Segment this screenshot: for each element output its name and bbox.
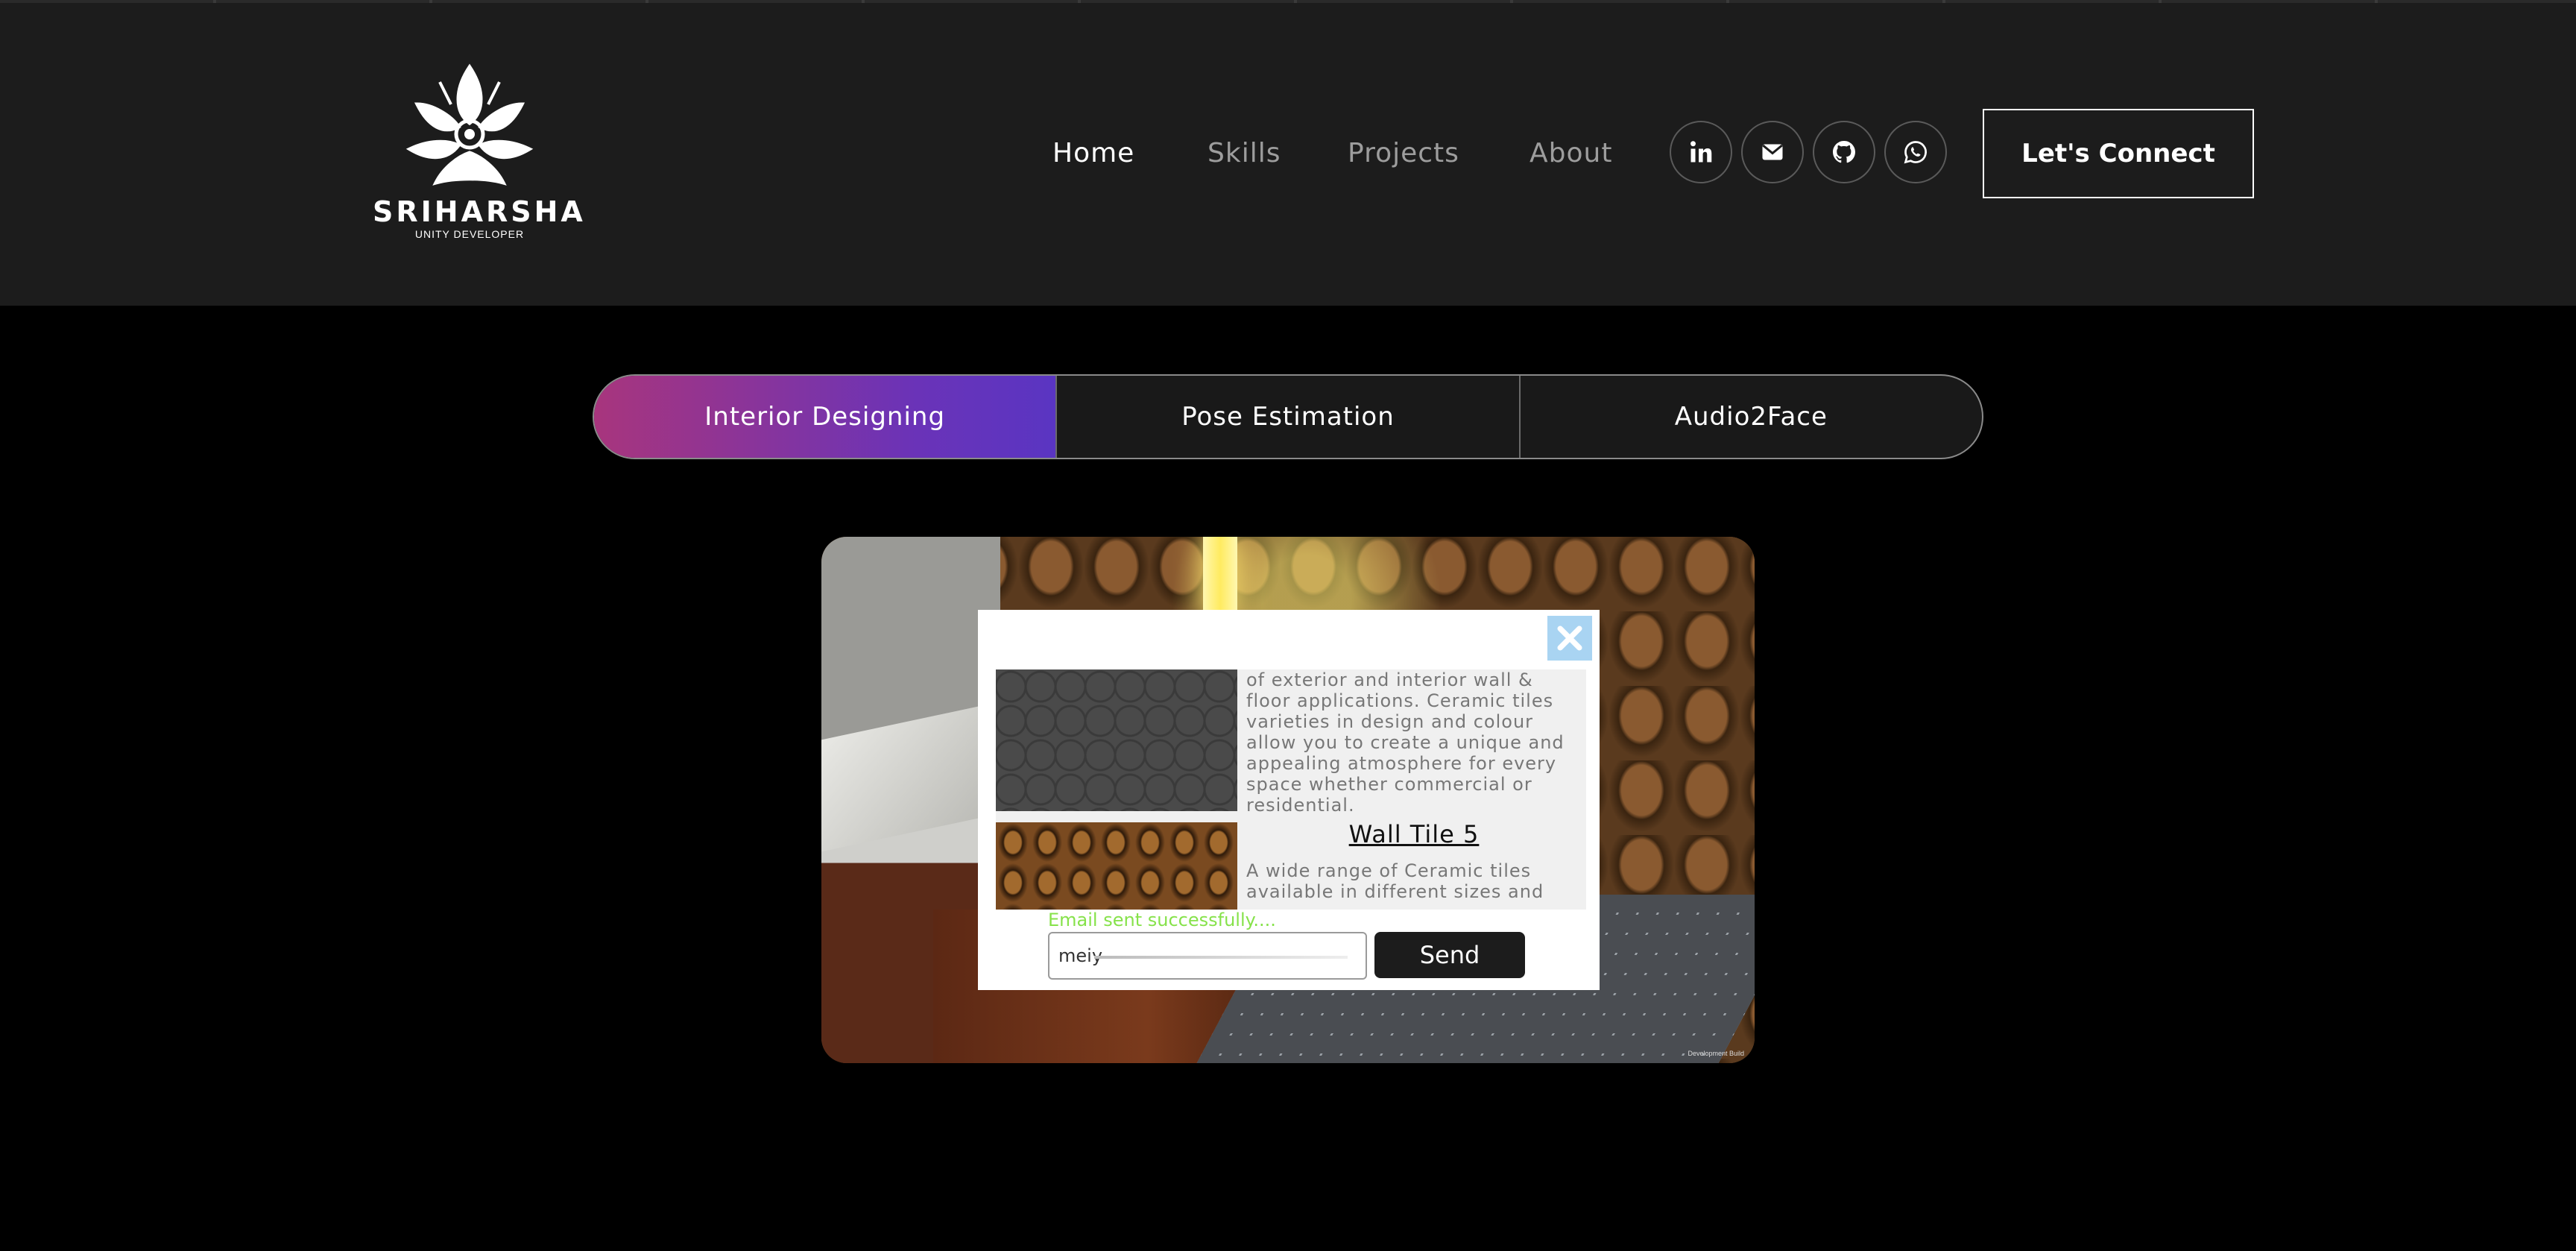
whatsapp-button[interactable] [1884, 121, 1947, 183]
nav-skills[interactable]: Skills [1208, 138, 1281, 168]
tile-thumbnail-dark-hex[interactable] [996, 669, 1237, 811]
close-button[interactable] [1547, 616, 1592, 661]
top-navigation-bar: SRIHARSHA UNITY DEVELOPER Home Skills Pr… [0, 0, 2576, 306]
close-icon [1557, 626, 1582, 651]
scene-ceiling-light [1203, 537, 1237, 619]
input-progress-bar [1094, 956, 1348, 959]
tile-title: Wall Tile 5 [1348, 820, 1480, 848]
brand-name: SRIHARSHA [373, 195, 586, 228]
unity-webgl-viewer[interactable]: Development Build of exterior and interi… [821, 537, 1755, 1063]
send-button[interactable]: Send [1374, 932, 1525, 978]
linkedin-button[interactable] [1670, 121, 1732, 183]
tile-thumbnail-wall-tile-5[interactable] [996, 822, 1237, 910]
development-build-label: Development Build [1688, 1050, 1744, 1057]
tile-catalog-dialog: of exterior and interior wall & floor ap… [978, 610, 1600, 990]
tile-list[interactable]: of exterior and interior wall & floor ap… [996, 669, 1586, 910]
lets-connect-button[interactable]: Let's Connect [1983, 109, 2254, 198]
nav-about[interactable]: About [1530, 138, 1612, 168]
nav-projects[interactable]: Projects [1348, 138, 1459, 168]
tab-audio2face[interactable]: Audio2Face [1518, 376, 1982, 458]
linkedin-icon [1690, 141, 1712, 163]
mandala-logo-icon [405, 63, 534, 186]
email-status-message: Email sent successfully.... [1048, 910, 1276, 930]
tab-interior-designing[interactable]: Interior Designing [594, 376, 1056, 458]
project-tabs: Interior Designing Pose Estimation Audio… [593, 374, 1983, 459]
tile-description: A wide range of Ceramic tiles available … [1246, 860, 1544, 902]
whatsapp-icon [1904, 141, 1927, 164]
nav-home[interactable]: Home [1052, 138, 1134, 168]
github-icon [1833, 141, 1855, 163]
brand-tagline: UNITY DEVELOPER [414, 228, 525, 240]
email-input[interactable]: meiy [1048, 932, 1367, 980]
mail-icon [1762, 144, 1783, 160]
github-button[interactable] [1813, 121, 1875, 183]
top-edge-strip [0, 0, 2576, 3]
email-button[interactable] [1741, 121, 1804, 183]
tile-description: of exterior and interior wall & floor ap… [1246, 669, 1565, 816]
brand-logo[interactable]: SRIHARSHA UNITY DEVELOPER [373, 52, 586, 246]
tab-pose-estimation[interactable]: Pose Estimation [1055, 376, 1518, 458]
